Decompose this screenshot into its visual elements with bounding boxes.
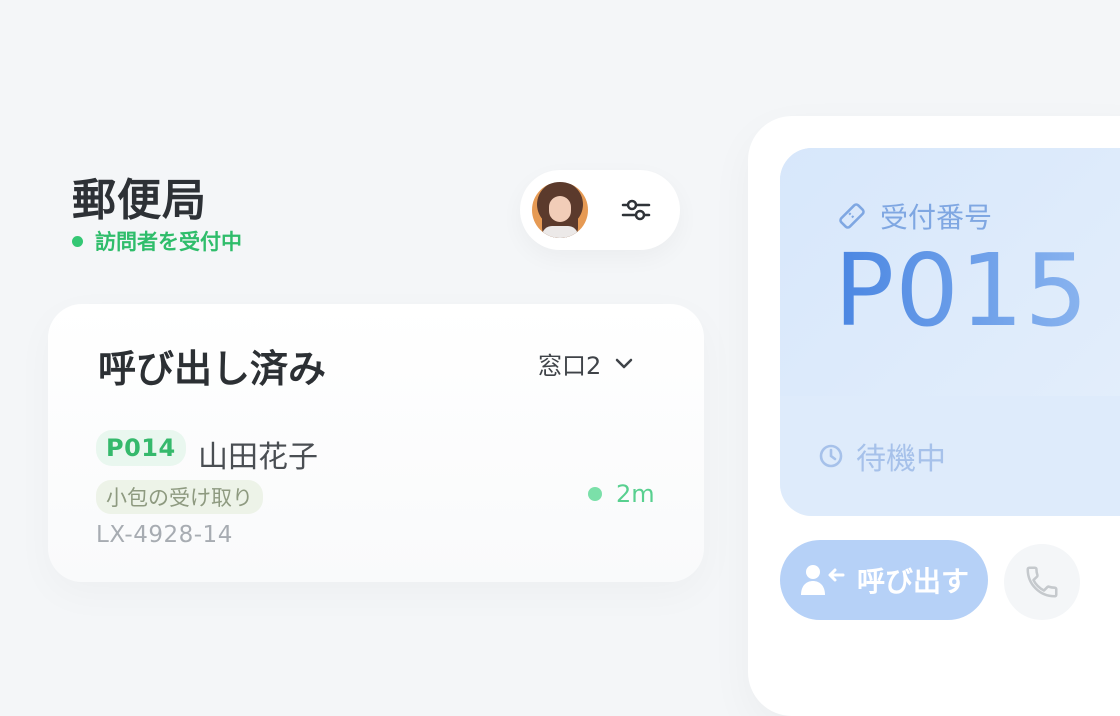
filter-button[interactable] [616,190,656,230]
ticket-label: 受付番号 [836,196,992,236]
status-dot [72,235,83,247]
tracking-code: LX-4928-14 [96,522,233,548]
ticket-number: P015 [834,232,1090,349]
user-call-icon [800,565,845,595]
status-text: 訪問者を受付中 [95,230,242,254]
time-dot [588,487,602,501]
avatar[interactable] [532,182,588,238]
waiting-text: 待機中 [856,442,946,477]
card-title: 呼び出し済み [98,347,327,391]
elapsed-time: 2m [588,480,655,508]
waiting-status: 待機中 [818,434,946,478]
counter-select[interactable]: 窓口2 [538,346,633,381]
ticket-card: 受付番号 P015 待機中 [780,148,1120,516]
ticket-badge: P014 [96,430,186,466]
phone-button[interactable] [1004,544,1080,620]
chevron-down-icon [616,358,633,368]
phone-icon [1026,566,1058,598]
called-card: 呼び出し済み 窓口2 P014 山田花子 小包の受け取り LX-4928-14 … [48,304,704,582]
ticket-panel: 受付番号 P015 待機中 呼び出す [748,116,1120,716]
sliders-icon [621,199,651,221]
call-button-label: 呼び出す [856,565,969,598]
ticket-label-text: 受付番号 [880,201,993,234]
time-text: 2m [616,480,655,508]
page-title: 郵便局 [72,175,207,226]
clock-icon [819,444,843,468]
call-button[interactable]: 呼び出す [780,540,988,620]
visitor-name: 山田花子 [198,440,318,475]
counter-label: 窓口2 [538,352,602,380]
service-tag: 小包の受け取り [96,480,263,514]
status-indicator: 訪問者を受付中 [72,226,242,256]
ticket-icon [839,203,865,229]
header-actions [520,170,680,250]
